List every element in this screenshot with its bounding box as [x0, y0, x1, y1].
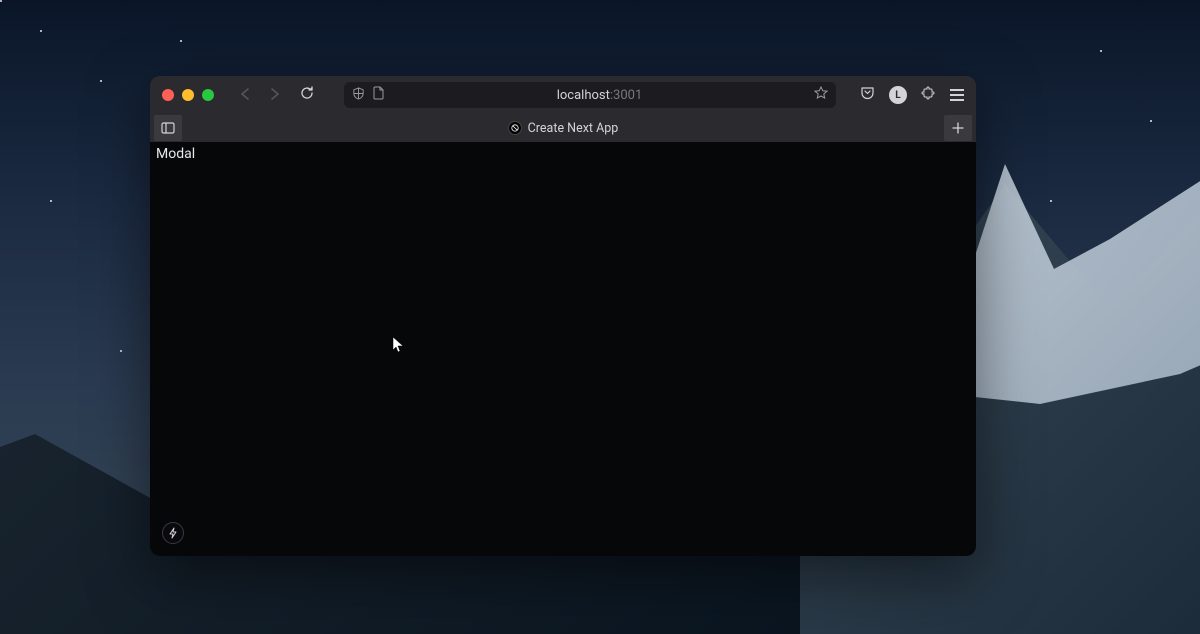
bookmark-star-icon[interactable] — [814, 86, 828, 104]
page-icon — [373, 86, 385, 104]
back-button[interactable] — [234, 82, 256, 109]
sidebar-toggle-button[interactable] — [154, 115, 182, 141]
forward-button[interactable] — [264, 82, 286, 109]
url-host: localhost — [557, 88, 610, 103]
maximize-window-button[interactable] — [202, 89, 214, 101]
shield-icon[interactable] — [352, 87, 365, 104]
extensions-icon[interactable] — [921, 86, 936, 105]
modal-text[interactable]: Modal — [156, 146, 195, 162]
browser-window: localhost:3001 L — [150, 76, 976, 556]
tab-title: Create Next App — [528, 121, 619, 136]
new-tab-button[interactable] — [944, 115, 972, 141]
nextjs-favicon-icon — [508, 121, 522, 135]
tab-bar: Create Next App — [150, 114, 976, 142]
account-icon[interactable]: L — [889, 86, 907, 104]
browser-tab[interactable]: Create Next App — [182, 114, 944, 142]
menu-button[interactable] — [950, 89, 964, 101]
browser-toolbar: localhost:3001 L — [150, 76, 976, 114]
minimize-window-button[interactable] — [182, 89, 194, 101]
account-initial: L — [895, 90, 900, 101]
nextjs-dev-badge[interactable] — [162, 522, 184, 544]
toolbar-right-group: L — [860, 86, 964, 105]
close-window-button[interactable] — [162, 89, 174, 101]
reload-button[interactable] — [294, 82, 320, 108]
page-content: Modal — [150, 142, 976, 556]
pocket-icon[interactable] — [860, 86, 875, 104]
url-port: :3001 — [610, 88, 642, 103]
address-bar[interactable]: localhost:3001 — [344, 82, 836, 108]
url-text: localhost:3001 — [393, 88, 806, 103]
window-controls — [162, 89, 214, 101]
